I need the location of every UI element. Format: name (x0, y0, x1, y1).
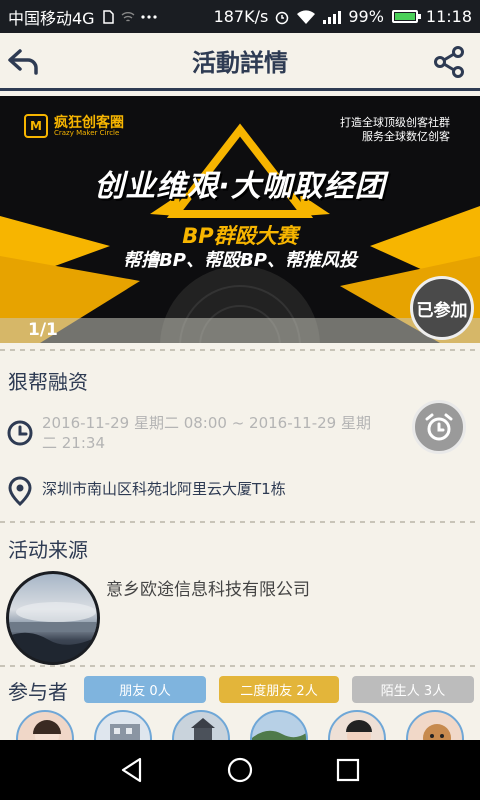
seascape-image (9, 602, 97, 662)
share-icon[interactable] (432, 45, 466, 79)
joined-badge[interactable]: 已参加 (410, 276, 474, 340)
participant-avatars (0, 710, 480, 740)
wifi-icon (296, 9, 316, 25)
divider (0, 662, 480, 670)
nav-home-icon[interactable] (226, 756, 254, 784)
participant-avatar[interactable] (94, 710, 152, 740)
participant-avatar[interactable] (16, 710, 74, 740)
image-counter: 1/1 (28, 320, 58, 340)
carrier-label: 中国移动4G (8, 8, 95, 28)
sim-icon (101, 9, 115, 24)
more-icon (140, 14, 157, 20)
participant-avatar[interactable] (406, 710, 464, 740)
participant-avatar[interactable] (250, 710, 308, 740)
battery-percent: 99% (348, 7, 384, 26)
event-banner[interactable]: M 疯狂创客圈 Crazy Maker Circle 打造全球顶级创客社群 服务… (0, 96, 480, 343)
banner-tagline-2: 服务全球数亿创客 (362, 130, 450, 143)
signal-icon (322, 9, 342, 25)
second-degree-filter[interactable]: 二度朋友 2人 (219, 676, 339, 703)
clock-icon (7, 420, 33, 446)
event-time: 2016-11-29 星期二 08:00 ~ 2016-11-29 星期二 21… (42, 414, 371, 452)
participant-avatar[interactable] (328, 710, 386, 740)
organizer-avatar[interactable] (6, 571, 100, 665)
page-title: 活動詳情 (192, 49, 288, 77)
participants-title: 参与者 (8, 680, 68, 704)
clock: 11:18 (425, 7, 472, 26)
friends-filter[interactable]: 朋友 0人 (84, 676, 206, 703)
participant-avatar[interactable] (172, 710, 230, 740)
banner-slogan: 帮撸BP、帮殴BP、帮推风投 (123, 250, 357, 271)
battery-icon (391, 10, 421, 23)
brand-subtitle: Crazy Maker Circle (54, 129, 120, 137)
strangers-filter[interactable]: 陌生人 3人 (352, 676, 474, 703)
source-section-title: 活动来源 (8, 538, 88, 562)
app-header: 活動詳情 (0, 33, 480, 91)
alarm-clock-icon (425, 413, 453, 441)
nav-recents-icon[interactable] (334, 756, 362, 784)
nav-back-icon[interactable] (118, 756, 146, 784)
brand-logo-icon: M (24, 114, 48, 138)
divider (0, 346, 480, 354)
location-pin-icon (8, 476, 32, 506)
divider (0, 518, 480, 526)
system-navigation-bar (0, 740, 480, 800)
banner-footer-strip (0, 318, 480, 343)
event-address[interactable]: 深圳市南山区科苑北阿里云大厦T1栋 (42, 478, 286, 499)
organizer-name[interactable]: 意乡欧途信息科技有限公司 (106, 575, 310, 600)
wifi-weak-icon (121, 11, 135, 23)
event-name: 狠帮融资 (8, 370, 88, 394)
reminder-button[interactable] (412, 400, 466, 454)
back-arrow-icon[interactable] (6, 45, 42, 79)
alarm-status-icon (274, 9, 290, 25)
network-speed: 187K/s (213, 7, 269, 26)
status-bar: 中国移动4G 187K/s 99% 11:18 (0, 0, 480, 33)
banner-headline: 创业维艰·大咖取经团 (94, 169, 386, 204)
